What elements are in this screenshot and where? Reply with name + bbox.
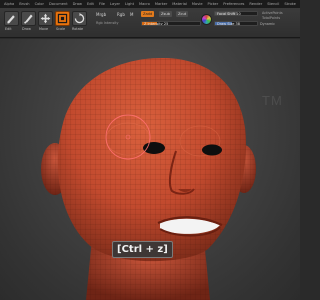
menu-item-document[interactable]: Document	[49, 0, 68, 8]
menu-item-edit[interactable]: Edit	[87, 0, 94, 8]
tool-shelf: Edit Draw Move Scale Rotate Mrgb Rgb M R…	[0, 8, 300, 38]
z-intensity-slider[interactable]: Z Intensity 25	[141, 21, 201, 26]
menu-item-render[interactable]: Render	[249, 0, 262, 8]
scale-label: Scale	[56, 27, 66, 31]
edit-button[interactable]	[4, 11, 19, 26]
watermark: TM	[262, 93, 283, 108]
zcut-toggle[interactable]: Zcut	[176, 11, 189, 17]
menu-item-alpha[interactable]: Alpha	[4, 0, 14, 8]
scale-box-icon	[57, 13, 68, 24]
head-model	[41, 57, 256, 300]
scale-button[interactable]	[55, 11, 70, 26]
rgb-intensity-label: Rgb Intensity	[96, 21, 119, 25]
rotate-button[interactable]	[72, 11, 87, 26]
mrgb-toggle[interactable]: Mrgb	[96, 12, 106, 17]
rotate-arrow-icon	[74, 12, 85, 24]
draw-pencil-icon	[24, 14, 33, 24]
menu-item-stroke[interactable]: Stroke	[284, 0, 295, 8]
move-button[interactable]	[38, 11, 53, 26]
canvas-viewport[interactable]: TM [Ctrl + z]	[0, 39, 300, 300]
menu-item-light[interactable]: Light	[125, 0, 134, 8]
menu-item-layer[interactable]: Layer	[110, 0, 120, 8]
menu-item-brush[interactable]: Brush	[19, 0, 29, 8]
move-arrows-icon	[40, 13, 51, 24]
focal-shift-slider[interactable]: Focal Shift 10	[214, 11, 258, 16]
total-points-label: TotalPoints	[262, 16, 281, 20]
draw-button[interactable]	[21, 11, 36, 26]
dynamic-toggle[interactable]: Dynamic	[260, 22, 275, 26]
menu-item-movie[interactable]: Movie	[192, 0, 203, 8]
rgb-toggle[interactable]: Rgb	[117, 12, 125, 17]
edit-pen-icon	[7, 15, 15, 24]
draw-label: Draw	[22, 27, 31, 31]
menu-item-marker[interactable]: Marker	[155, 0, 167, 8]
menu-item-color[interactable]: Color	[35, 0, 44, 8]
draw-size-slider[interactable]: Draw Size 38	[214, 21, 258, 26]
menu-item-picker[interactable]: Picker	[208, 0, 219, 8]
right-eye-hole	[202, 144, 222, 156]
menu-item-draw[interactable]: Draw	[73, 0, 82, 8]
menu-item-preferences[interactable]: Preferences	[223, 0, 244, 8]
menu-item-macro[interactable]: Macro	[139, 0, 150, 8]
focal-shift-text: Focal Shift 10	[217, 11, 241, 16]
move-label: Move	[39, 27, 49, 31]
color-sphere-icon[interactable]	[201, 14, 212, 25]
shortcut-hint: [Ctrl + z]	[112, 241, 173, 258]
zsub-toggle[interactable]: Zsub	[159, 11, 172, 17]
menu-item-file[interactable]: File	[99, 0, 105, 8]
menu-bar: Alpha Brush Color Document Draw Edit File Layer…	[0, 0, 300, 8]
active-points-label: ActivePoints	[262, 11, 283, 15]
menu-item-stencil[interactable]: Stencil	[267, 0, 279, 8]
rotate-label: Rotate	[72, 27, 84, 31]
menu-item-material[interactable]: Material	[172, 0, 187, 8]
left-eye-hole	[143, 142, 165, 154]
m-toggle[interactable]: M	[130, 12, 133, 17]
zadd-toggle[interactable]: Zadd	[141, 11, 155, 17]
edit-label: Edit	[5, 27, 12, 31]
z-intensity-text: Z Intensity 25	[144, 21, 169, 26]
draw-size-text: Draw Size 38	[217, 21, 241, 26]
